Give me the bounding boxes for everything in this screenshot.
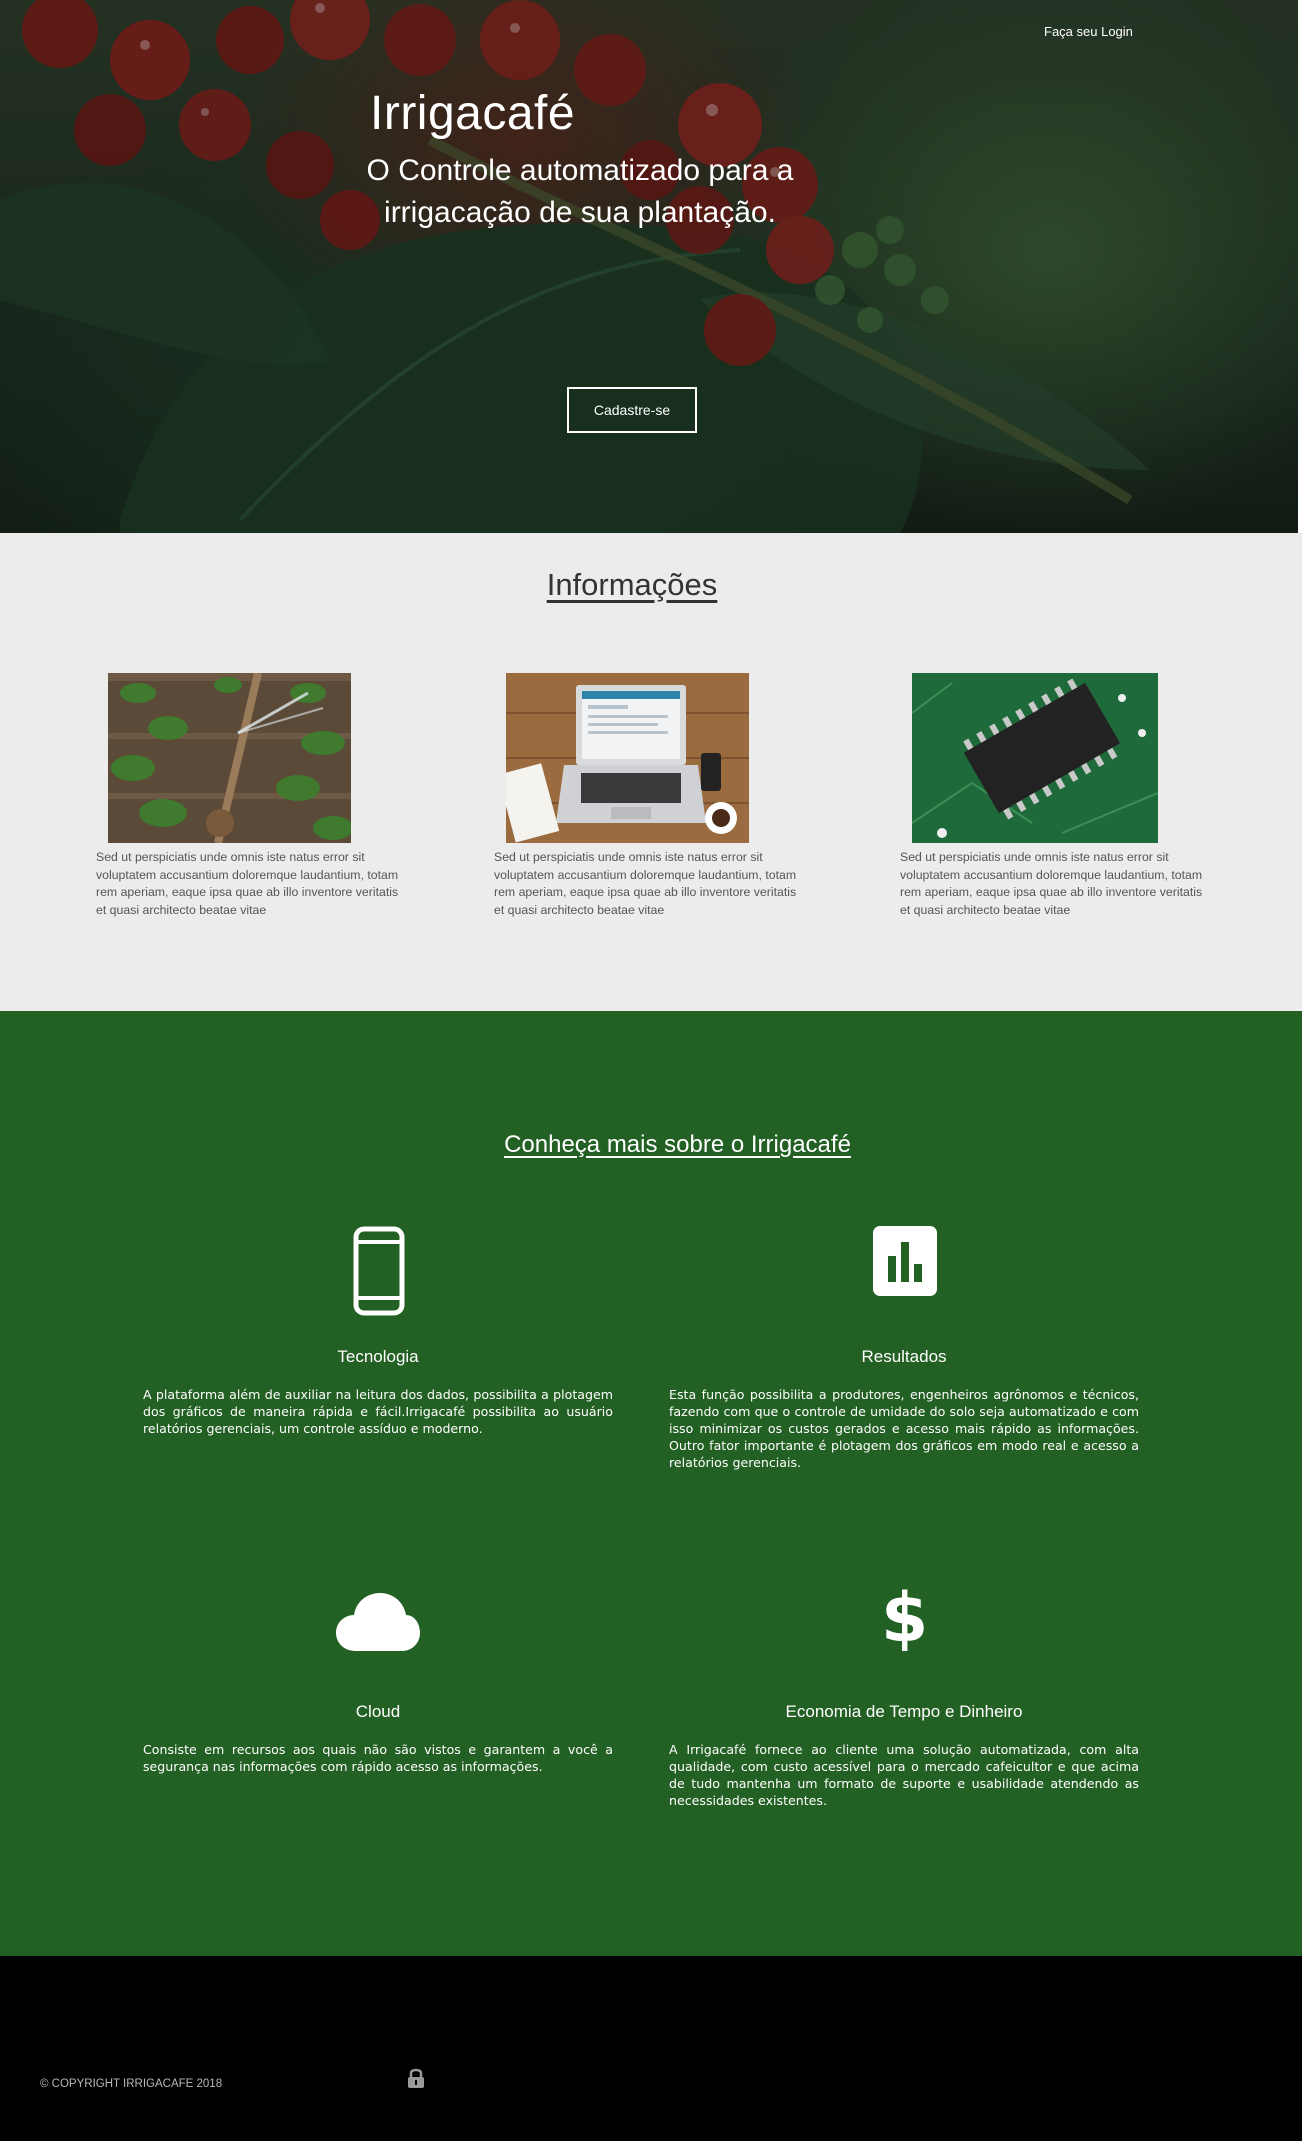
feature-title: Cloud [355, 1702, 401, 1721]
info-card: Sed ut perspiciatis unde omnis iste natu… [96, 673, 406, 919]
feature-text: Esta função possibilita a produtores, en… [669, 1387, 1139, 1470]
info-card: Sed ut perspiciatis unde omnis iste natu… [494, 673, 804, 919]
smartphone-icon [353, 1226, 405, 1316]
dollar-icon: $ [881, 1579, 929, 1658]
features-section: Conheça mais sobre o Irrigacafé Tecnolog… [0, 1011, 1302, 1956]
hero-tagline: O Controle automatizado para a irrigacaç… [366, 154, 794, 229]
laptop-desk-photo [506, 673, 749, 843]
feature-text: Consiste em recursos aos quais não são v… [143, 1742, 613, 1774]
brand-title: Irrigacafé [370, 87, 576, 140]
info-section: Informações Sed ut perspiciatis unde omn… [0, 533, 1302, 1011]
bar-chart-icon [873, 1226, 937, 1296]
feature-title: Resultados [861, 1347, 947, 1366]
signup-button[interactable]: Cadastre-se [567, 387, 697, 433]
circuit-chip-photo [912, 673, 1158, 843]
info-card: Sed ut perspiciatis unde omnis iste natu… [900, 673, 1210, 919]
info-card-text: Sed ut perspiciatis unde omnis iste natu… [900, 850, 1203, 917]
feature-title: Tecnologia [337, 1347, 419, 1366]
irrigation-sprinkler-photo [108, 673, 351, 843]
hero-edge [1298, 0, 1302, 533]
cloud-icon [336, 1593, 420, 1651]
feature-title: Economia de Tempo e Dinheiro [785, 1702, 1023, 1721]
hero-section: Faça seu Login Irrigacafé O Controle aut… [0, 0, 1298, 533]
feature-text: A Irrigacafé fornece ao cliente uma solu… [669, 1742, 1139, 1808]
info-card-text: Sed ut perspiciatis unde omnis iste natu… [96, 850, 399, 917]
hero-overlay [0, 0, 1298, 533]
info-title: Informações [546, 567, 718, 602]
lock-icon[interactable] [407, 2067, 425, 2089]
login-link[interactable]: Faça seu Login [1044, 24, 1133, 39]
copyright-text: © COPYRIGHT IRRIGACAFE 2018 [40, 2078, 223, 2090]
feature-text: A plataforma além de auxiliar na leitura… [143, 1387, 613, 1436]
footer: © COPYRIGHT IRRIGACAFE 2018 [0, 1956, 1302, 2141]
info-card-text: Sed ut perspiciatis unde omnis iste natu… [494, 850, 797, 917]
features-title: Conheça mais sobre o Irrigacafé [504, 1131, 851, 1158]
